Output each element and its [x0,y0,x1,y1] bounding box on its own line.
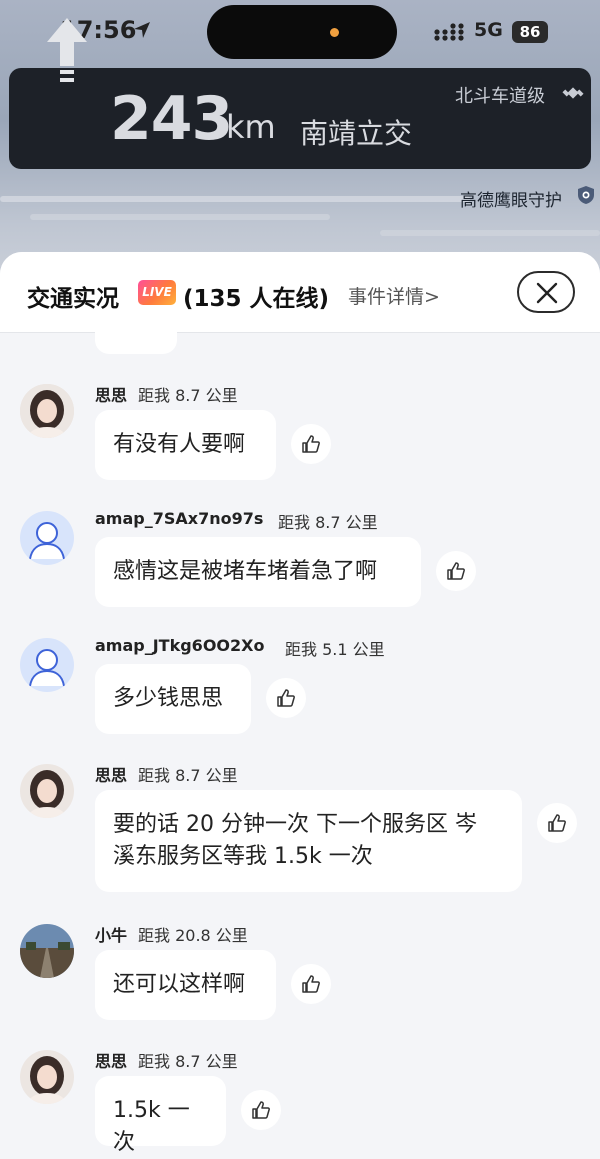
event-details-link[interactable]: 事件详情> [348,282,440,309]
message-bubble: 感情这是被堵车堵着急了啊 [95,537,421,607]
signal-bars-icon [434,23,464,41]
message-bubble: 有没有人要啊 [95,410,276,480]
message-author: 思思 [95,1052,128,1071]
avatar[interactable] [20,638,74,692]
like-button[interactable] [537,803,577,843]
online-count: (135 人在线) [183,286,330,312]
dynamic-island [207,5,397,59]
map-road-streak [380,230,600,236]
avatar[interactable] [20,1050,74,1104]
message-author: 小牛 [95,926,128,945]
message-text: 有没有人要啊 [113,432,246,457]
location-arrow-icon [134,22,150,38]
avatar[interactable] [20,511,74,565]
girl-avatar-icon [20,1050,74,1104]
nav-distance-unit: km [226,108,276,146]
thumbs-up-icon [302,975,320,993]
thumbs-up-icon [302,435,320,453]
message-distance: 距我 8.7 公里 [138,766,238,785]
message-bubble: 多少钱思思 [95,664,251,734]
map-road-streak [0,196,470,202]
avatar[interactable] [20,924,74,978]
network-type: 5G [474,19,503,41]
message-bubble: 1.5k 一次 [95,1076,226,1155]
message-distance: 距我 20.8 公里 [138,926,248,945]
eagle-eye-label[interactable]: 高德鹰眼守护 [460,186,562,211]
message-distance: 距我 8.7 公里 [138,1052,238,1071]
straight-arrow-icon [47,18,87,82]
default-user-avatar-icon [20,511,74,565]
message-distance: 距我 8.7 公里 [278,513,378,532]
message-text-line: 溪东服务区等我 1.5k 一次 [113,844,373,869]
road-scenery-avatar-icon [20,924,74,978]
live-badge: LIVE [138,280,176,305]
thumbs-up-icon [277,689,295,707]
like-button[interactable] [291,424,331,464]
message-author: amap_7SAx7no97s [95,509,264,528]
eagle-eye-shield-icon [578,186,594,204]
nav-road-name: 南靖立交 [300,117,413,150]
lane-level-label: 北斗车道级 [455,86,545,107]
girl-avatar-icon [20,384,74,438]
avatar[interactable] [20,384,74,438]
thumbs-up-icon [252,1101,270,1119]
avatar[interactable] [20,764,74,818]
message-bubble: 还可以这样啊 [95,950,276,1020]
like-button[interactable] [266,678,306,718]
default-user-avatar-icon [20,638,74,692]
close-icon [536,282,558,304]
previous-message-bubble [95,320,177,354]
message-author: 思思 [95,766,128,785]
battery-indicator: 86 [512,21,548,43]
message-bubble: 要的话 20 分钟一次 下一个服务区 岑 溪东服务区等我 1.5k 一次 [95,790,522,892]
thumbs-up-icon [447,562,465,580]
like-button[interactable] [291,964,331,1004]
satellite-icon [562,87,584,99]
message-text: 还可以这样啊 [113,972,246,997]
message-author: amap_JTkg6OO2Xo [95,636,265,655]
like-button[interactable] [241,1090,281,1130]
close-button[interactable] [517,271,575,313]
map-road-streak [30,214,330,220]
thumbs-up-icon [548,814,566,832]
message-text: 感情这是被堵车堵着急了啊 [113,559,378,584]
nav-distance: 243 [110,84,233,154]
recording-indicator-icon [330,28,339,37]
sheet-title: 交通实况 [27,286,119,312]
girl-avatar-icon [20,764,74,818]
message-text: 多少钱思思 [113,686,224,711]
message-distance: 距我 8.7 公里 [138,386,238,405]
message-distance: 距我 5.1 公里 [285,640,385,659]
message-text-line: 要的话 20 分钟一次 下一个服务区 岑 [113,812,477,837]
like-button[interactable] [436,551,476,591]
message-author: 思思 [95,386,128,405]
